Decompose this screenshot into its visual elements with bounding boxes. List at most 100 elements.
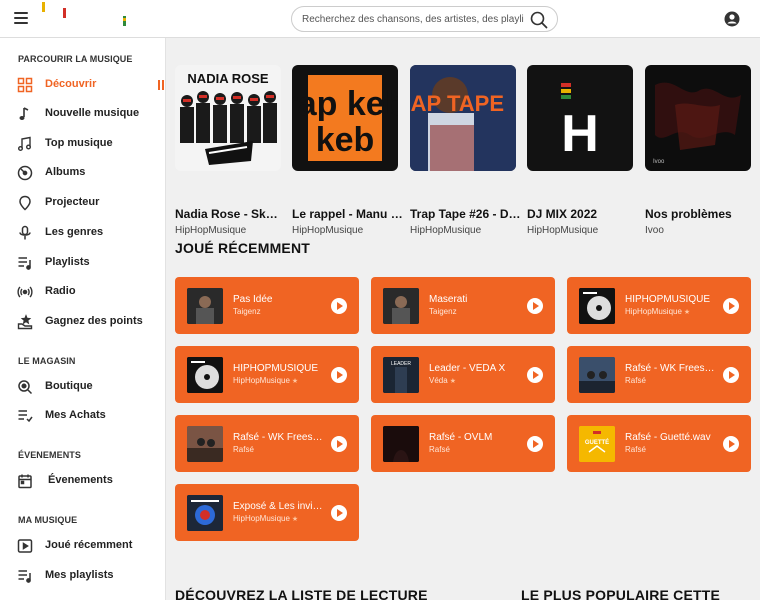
track-title[interactable]: Maserati bbox=[429, 294, 519, 305]
points-icon bbox=[17, 314, 33, 330]
track-tile[interactable]: HIPHOPMUSIQUE HipHopMusique ★ bbox=[175, 346, 359, 403]
sidebar-item-label: Nouvelle musique bbox=[45, 107, 140, 119]
track-artist[interactable]: HipHopMusique ★ bbox=[233, 514, 298, 523]
sidebar-item-label: Découvrir bbox=[45, 78, 97, 90]
sidebar-item-label: Playlists bbox=[45, 256, 90, 268]
play-button[interactable] bbox=[331, 436, 347, 452]
sidebar-item-albums[interactable]: Albums bbox=[0, 160, 166, 186]
user-account-icon[interactable] bbox=[724, 11, 740, 27]
track-tile[interactable]: Pas Idée Taigenz bbox=[175, 277, 359, 334]
play-button[interactable] bbox=[527, 436, 543, 452]
track-thumbnail: LEADER bbox=[383, 357, 419, 393]
track-thumbnail bbox=[579, 357, 615, 393]
track-artist[interactable]: Taigenz bbox=[429, 307, 457, 316]
sidebar-item-label: Évenements bbox=[48, 474, 113, 486]
track-title[interactable]: Rafsé - WK Freestyle bbox=[233, 432, 323, 443]
track-title[interactable]: Rafsé - WK Freestyle bbox=[625, 363, 715, 374]
play-button[interactable] bbox=[527, 367, 543, 383]
music-notes-icon bbox=[18, 136, 31, 151]
track-tile[interactable]: GUETTÉ Rafsé - Guetté.wav Rafsé bbox=[567, 415, 751, 472]
play-button[interactable] bbox=[723, 367, 739, 383]
track-artist[interactable]: Taigenz bbox=[233, 307, 261, 316]
play-button[interactable] bbox=[331, 298, 347, 314]
sidebar-item-label: Mes playlists bbox=[45, 569, 114, 581]
most-popular-heading: LE PLUS POPULAIRE CETTE bbox=[521, 587, 721, 600]
cover-image: H bbox=[527, 65, 633, 171]
track-artist[interactable]: HipHopMusique ★ bbox=[625, 307, 690, 316]
track-artist[interactable]: HipHopMusique ★ bbox=[233, 376, 298, 385]
card-title[interactable]: DJ MIX 2022 bbox=[527, 207, 639, 221]
track-tile[interactable]: Exposé & Les invités HipHopMusique ★ bbox=[175, 484, 359, 541]
sidebar-item-new-music[interactable]: Nouvelle musique bbox=[0, 101, 166, 127]
track-title[interactable]: HIPHOPMUSIQUE bbox=[625, 294, 715, 305]
track-tile[interactable]: HIPHOPMUSIQUE HipHopMusique ★ bbox=[567, 277, 751, 334]
track-tile[interactable]: Rafsé - WK Freestyle Rafsé bbox=[567, 346, 751, 403]
track-thumbnail bbox=[383, 426, 419, 462]
verified-badge-icon: ★ bbox=[449, 378, 456, 385]
card-title[interactable]: Le rappel - Manu Dibango bbox=[292, 207, 404, 221]
sidebar-item-genres[interactable]: Les genres bbox=[0, 220, 166, 246]
play-button[interactable] bbox=[331, 505, 347, 521]
cover-image: NADIA ROSE bbox=[175, 65, 281, 171]
card-title[interactable]: Nos problèmes bbox=[645, 207, 757, 221]
search-input[interactable] bbox=[302, 11, 524, 28]
section-title-browse: PARCOURIR LA MUSIQUE bbox=[18, 54, 133, 64]
sidebar-item-playlists[interactable]: Playlists bbox=[0, 250, 166, 276]
search-icon[interactable] bbox=[530, 11, 548, 29]
play-button[interactable] bbox=[723, 298, 739, 314]
track-tile[interactable]: Rafsé - WK Freestyle Rafsé bbox=[175, 415, 359, 472]
sidebar-item-label: Radio bbox=[45, 285, 76, 297]
purchases-icon bbox=[18, 410, 33, 423]
card-artist[interactable]: HipHopMusique bbox=[292, 225, 363, 236]
track-artist[interactable]: Rafsé bbox=[429, 445, 450, 454]
track-tile[interactable]: Rafsé - OVLM Rafsé bbox=[371, 415, 555, 472]
sidebar-item-radio[interactable]: Radio bbox=[0, 279, 166, 305]
sidebar-item-events[interactable]: Évenements bbox=[0, 468, 166, 494]
sidebar-item-top-music[interactable]: Top musique bbox=[0, 131, 166, 157]
card-artist[interactable]: HipHopMusique bbox=[527, 225, 598, 236]
sidebar-item-label: Projecteur bbox=[45, 196, 100, 208]
sidebar-item-label: Top musique bbox=[45, 137, 113, 149]
sidebar-item-purchases[interactable]: Mes Achats bbox=[0, 403, 166, 429]
play-button[interactable] bbox=[723, 436, 739, 452]
cover-text: TRAP TAPE bbox=[410, 91, 504, 116]
play-button[interactable] bbox=[331, 367, 347, 383]
sidebar-item-label: Gagnez des points bbox=[45, 315, 143, 327]
track-tile[interactable]: LEADER Leader - VÉDA X Véda ★ bbox=[371, 346, 555, 403]
verified-badge-icon: ★ bbox=[683, 309, 691, 316]
track-title[interactable]: HIPHOPMUSIQUE bbox=[233, 363, 323, 374]
sidebar-item-my-playlists[interactable]: Mes playlists bbox=[0, 563, 166, 589]
track-artist[interactable]: Rafsé bbox=[625, 376, 646, 385]
track-artist[interactable]: Rafsé bbox=[625, 445, 646, 454]
hamburger-menu-icon[interactable] bbox=[14, 12, 28, 24]
track-title[interactable]: Pas Idée bbox=[233, 294, 323, 305]
sidebar-item-recently-played[interactable]: Joué récemment bbox=[0, 533, 166, 559]
section-title-events: ÉVENEMENTS bbox=[18, 450, 82, 460]
verified-badge-icon: ★ bbox=[291, 378, 299, 385]
sidebar-item-earn-points[interactable]: Gagnez des points bbox=[0, 309, 166, 335]
track-artist[interactable]: Rafsé bbox=[233, 445, 254, 454]
track-title[interactable]: Exposé & Les invités bbox=[233, 501, 323, 512]
sidebar-item-label: Joué récemment bbox=[45, 539, 133, 551]
card-artist[interactable]: HipHopMusique bbox=[410, 225, 481, 236]
grid-icon bbox=[17, 77, 33, 93]
card-title[interactable]: Nadia Rose - Skwod bbox=[175, 207, 287, 221]
sidebar-item-discover[interactable]: Découvrir bbox=[0, 72, 166, 98]
play-button[interactable] bbox=[527, 298, 543, 314]
card-artist[interactable]: HipHopMusique bbox=[175, 225, 246, 236]
track-title[interactable]: Rafsé - Guetté.wav bbox=[625, 432, 715, 443]
discover-playlist-heading: DÉCOUVREZ LA LISTE DE LECTURE bbox=[175, 587, 428, 600]
track-tile[interactable]: Maserati Taigenz bbox=[371, 277, 555, 334]
track-thumbnail bbox=[187, 288, 223, 324]
card-artist[interactable]: Ivoo bbox=[645, 225, 664, 236]
card-title[interactable]: Trap Tape #26 - DJ Nasty bbox=[410, 207, 522, 221]
track-title[interactable]: Leader - VÉDA X bbox=[429, 363, 519, 374]
sidebar-item-spotlight[interactable]: Projecteur bbox=[0, 190, 166, 216]
playlist-icon bbox=[18, 257, 31, 270]
track-artist[interactable]: Véda ★ bbox=[429, 376, 456, 385]
cover-text: H bbox=[561, 105, 599, 163]
sidebar-item-store[interactable]: Boutique bbox=[0, 374, 166, 400]
site-logo[interactable] bbox=[38, 2, 138, 36]
track-title[interactable]: Rafsé - OVLM bbox=[429, 432, 519, 443]
track-thumbnail bbox=[187, 357, 223, 393]
